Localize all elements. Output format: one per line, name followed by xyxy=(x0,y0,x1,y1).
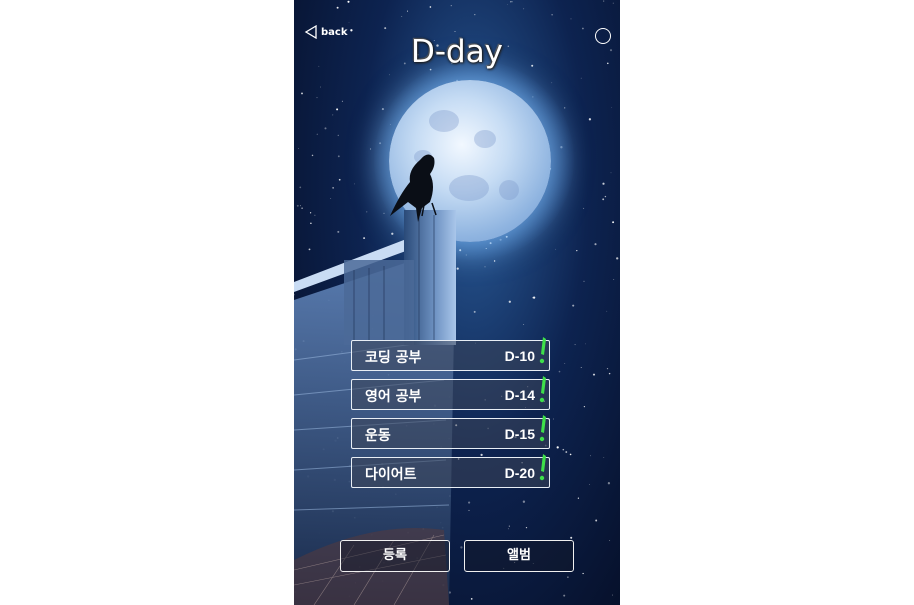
dday-item[interactable]: 코딩 공부 D-10 xyxy=(351,337,550,371)
dday-item-name: 코딩 공부 xyxy=(365,350,422,366)
exclamation-icon xyxy=(539,454,546,481)
register-button[interactable]: 등록 xyxy=(340,540,450,572)
exclamation-icon xyxy=(539,337,546,364)
dday-item[interactable]: 다이어트 D-20 xyxy=(351,454,550,488)
dday-item-count: D-20 xyxy=(504,465,535,481)
boat-and-crow-illustration xyxy=(294,154,456,605)
dday-item-count: D-14 xyxy=(504,387,535,403)
circle-icon[interactable] xyxy=(595,28,611,44)
dday-item-count: D-10 xyxy=(504,348,535,364)
dday-item-name: 다이어트 xyxy=(365,467,417,483)
dday-list: 코딩 공부 D-10 영어 공부 D-14 운동 D-15 다이어트 D-20 xyxy=(351,337,551,496)
dday-item[interactable]: 운동 D-15 xyxy=(351,415,550,449)
app-screen: back D-day 코딩 공부 D-10 영어 공부 D-14 운동 D-15 xyxy=(294,0,620,605)
dday-item-name: 영어 공부 xyxy=(365,389,422,405)
exclamation-icon xyxy=(539,376,546,403)
dday-item-name: 운동 xyxy=(365,428,391,444)
dday-item-count: D-15 xyxy=(504,426,535,442)
dday-item[interactable]: 영어 공부 D-14 xyxy=(351,376,550,410)
page-title: D-day xyxy=(410,34,504,70)
exclamation-icon xyxy=(539,415,546,442)
album-button[interactable]: 앨범 xyxy=(464,540,574,572)
